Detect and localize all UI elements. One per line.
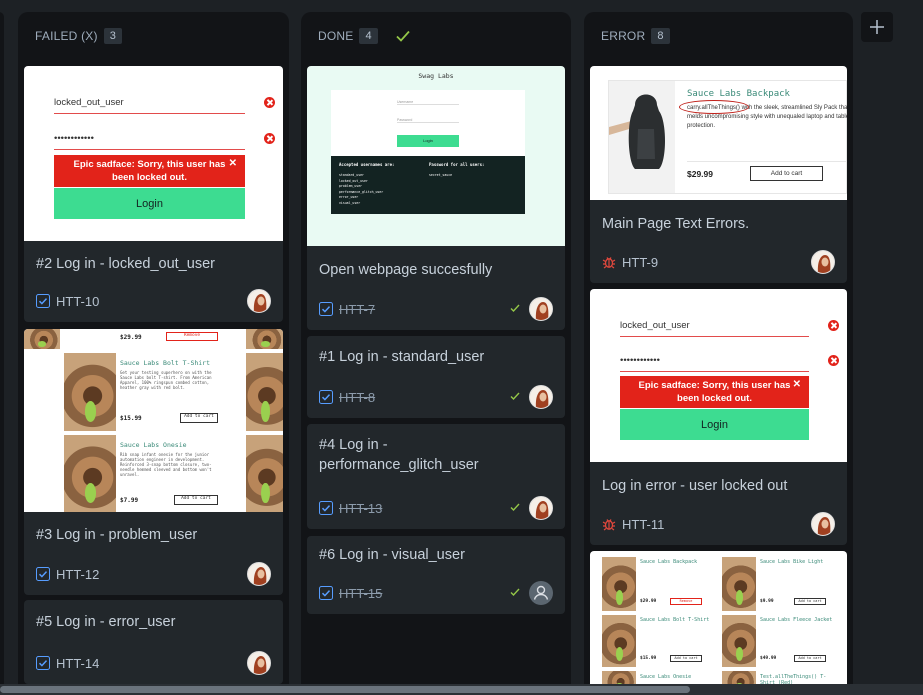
issue-count-badge: 3 xyxy=(103,28,123,44)
issue-card[interactable]: $29.99 Remove Sauce Labs Bolt T-Shirt Ge… xyxy=(24,329,283,595)
done-check-icon xyxy=(510,304,520,313)
bug-icon xyxy=(602,519,616,531)
issue-key[interactable]: HTT-15 xyxy=(339,586,382,601)
bug-icon xyxy=(602,257,616,269)
task-checkbox-icon xyxy=(36,656,50,670)
card-title: #2 Log in - locked_out_user xyxy=(36,256,215,272)
done-check-icon xyxy=(510,503,520,512)
column-header[interactable]: ERROR 8 xyxy=(584,12,853,60)
column-title: FAILED (X) xyxy=(35,29,98,43)
issue-key[interactable]: HTT-14 xyxy=(56,656,99,671)
card-footer: HTT-14 xyxy=(36,651,271,675)
card-cover-image: $29.99 Remove Sauce Labs Bolt T-Shirt Ge… xyxy=(24,329,283,512)
task-checkbox-icon xyxy=(319,586,333,600)
password-field: •••••••••••• xyxy=(54,133,275,150)
username-field: locked_out_user xyxy=(620,320,839,337)
login-button: Login xyxy=(54,188,245,219)
horizontal-scrollbar[interactable] xyxy=(0,684,923,695)
issue-card[interactable]: #6 Log in - visual_user HTT-15 xyxy=(307,536,565,614)
assignee-avatar[interactable] xyxy=(247,562,271,586)
error-banner: Epic sadface: Sorry, this user has been … xyxy=(54,155,245,187)
card-title: #4 Log in - performance_glitch_user xyxy=(319,437,479,473)
column-title: DONE xyxy=(318,29,354,43)
issue-card[interactable]: #4 Log in - performance_glitch_user HTT-… xyxy=(307,424,565,529)
password-field: •••••••••••• xyxy=(620,355,839,372)
issue-key[interactable]: HTT-12 xyxy=(56,567,99,582)
assignee-avatar[interactable] xyxy=(529,385,553,409)
assignee-avatar[interactable] xyxy=(811,512,835,536)
card-footer: HTT-7 xyxy=(319,297,553,321)
issue-card[interactable]: locked_out_user •••••••••••• Epic sadfac… xyxy=(590,289,847,545)
card-title: #1 Log in - standard_user xyxy=(319,349,485,365)
issue-key[interactable]: HTT-8 xyxy=(339,390,375,405)
card-title: Main Page Text Errors. xyxy=(602,216,750,232)
card-footer: HTT-12 xyxy=(36,562,271,586)
error-banner: Epic sadface: Sorry, this user has been … xyxy=(620,376,809,408)
card-title: #3 Log in - problem_user xyxy=(36,527,198,543)
task-checkbox-icon xyxy=(319,501,333,515)
card-footer: HTT-13 xyxy=(319,496,553,520)
issue-key[interactable]: HTT-11 xyxy=(622,517,664,532)
unassigned-avatar-icon[interactable] xyxy=(529,581,553,605)
plus-icon xyxy=(870,20,884,34)
card-footer: HTT-8 xyxy=(319,385,553,409)
card-title: #5 Log in - error_user xyxy=(36,614,176,630)
card-footer: HTT-15 xyxy=(319,581,553,605)
issue-card[interactable]: Sauce Labs Backpack $29.99 Remove Sauce … xyxy=(590,551,847,695)
column-done: DONE 4 Swag Labs Username Password Login… xyxy=(301,12,571,695)
assignee-avatar[interactable] xyxy=(811,250,835,274)
previous-column-edge xyxy=(0,12,4,695)
issue-card[interactable]: #1 Log in - standard_user HTT-8 xyxy=(307,336,565,418)
login-button: Login xyxy=(620,409,809,440)
assignee-avatar[interactable] xyxy=(529,496,553,520)
card-cover-image: Sauce Labs Backpack $29.99 Remove Sauce … xyxy=(590,551,847,691)
task-checkbox-icon xyxy=(319,390,333,404)
column-error: ERROR 8 Sauce Labs Backpack carry.allThe… xyxy=(584,12,853,695)
done-check-icon xyxy=(396,30,410,42)
card-title: Log in error - user locked out xyxy=(602,478,788,494)
task-checkbox-icon xyxy=(36,567,50,581)
column-header[interactable]: DONE 4 xyxy=(301,12,571,60)
username-field: locked_out_user xyxy=(54,97,275,114)
card-title: #6 Log in - visual_user xyxy=(319,547,465,563)
issue-key[interactable]: HTT-13 xyxy=(339,501,382,516)
card-cover-image: Sauce Labs Backpack carry.allTheThings()… xyxy=(590,66,847,200)
card-footer: HTT-9 xyxy=(602,250,835,274)
column-failed: FAILED (X) 3 locked_out_user •••••••••••… xyxy=(18,12,289,695)
issue-card[interactable]: locked_out_user •••••••••••• Epic sadfac… xyxy=(24,66,283,322)
card-footer: HTT-10 xyxy=(36,289,271,313)
task-checkbox-icon xyxy=(319,302,333,316)
card-cover-image: locked_out_user •••••••••••• Epic sadfac… xyxy=(590,289,847,462)
issue-key[interactable]: HTT-9 xyxy=(622,255,658,270)
card-title: Open webpage succesfully xyxy=(319,262,493,278)
column-title: ERROR xyxy=(601,29,646,43)
assignee-avatar[interactable] xyxy=(247,289,271,313)
assignee-avatar[interactable] xyxy=(247,651,271,675)
task-checkbox-icon xyxy=(36,294,50,308)
issue-card[interactable]: Sauce Labs Backpack carry.allTheThings()… xyxy=(590,66,847,283)
issue-card[interactable]: Swag Labs Username Password Login Accept… xyxy=(307,66,565,330)
add-column-button[interactable] xyxy=(861,12,893,42)
card-cover-image: Swag Labs Username Password Login Accept… xyxy=(307,66,565,246)
done-check-icon xyxy=(510,588,520,597)
card-cover-image: locked_out_user •••••••••••• Epic sadfac… xyxy=(24,66,283,241)
column-header[interactable]: FAILED (X) 3 xyxy=(18,12,289,60)
assignee-avatar[interactable] xyxy=(529,297,553,321)
scrollbar-thumb[interactable] xyxy=(0,686,690,693)
done-check-icon xyxy=(510,392,520,401)
issue-count-badge: 8 xyxy=(651,28,670,44)
issue-count-badge: 4 xyxy=(359,28,378,44)
card-footer: HTT-11 xyxy=(602,512,835,536)
issue-key[interactable]: HTT-7 xyxy=(339,302,375,317)
issue-card[interactable]: #5 Log in - error_user HTT-14 xyxy=(24,600,283,684)
issue-key[interactable]: HTT-10 xyxy=(56,294,99,309)
